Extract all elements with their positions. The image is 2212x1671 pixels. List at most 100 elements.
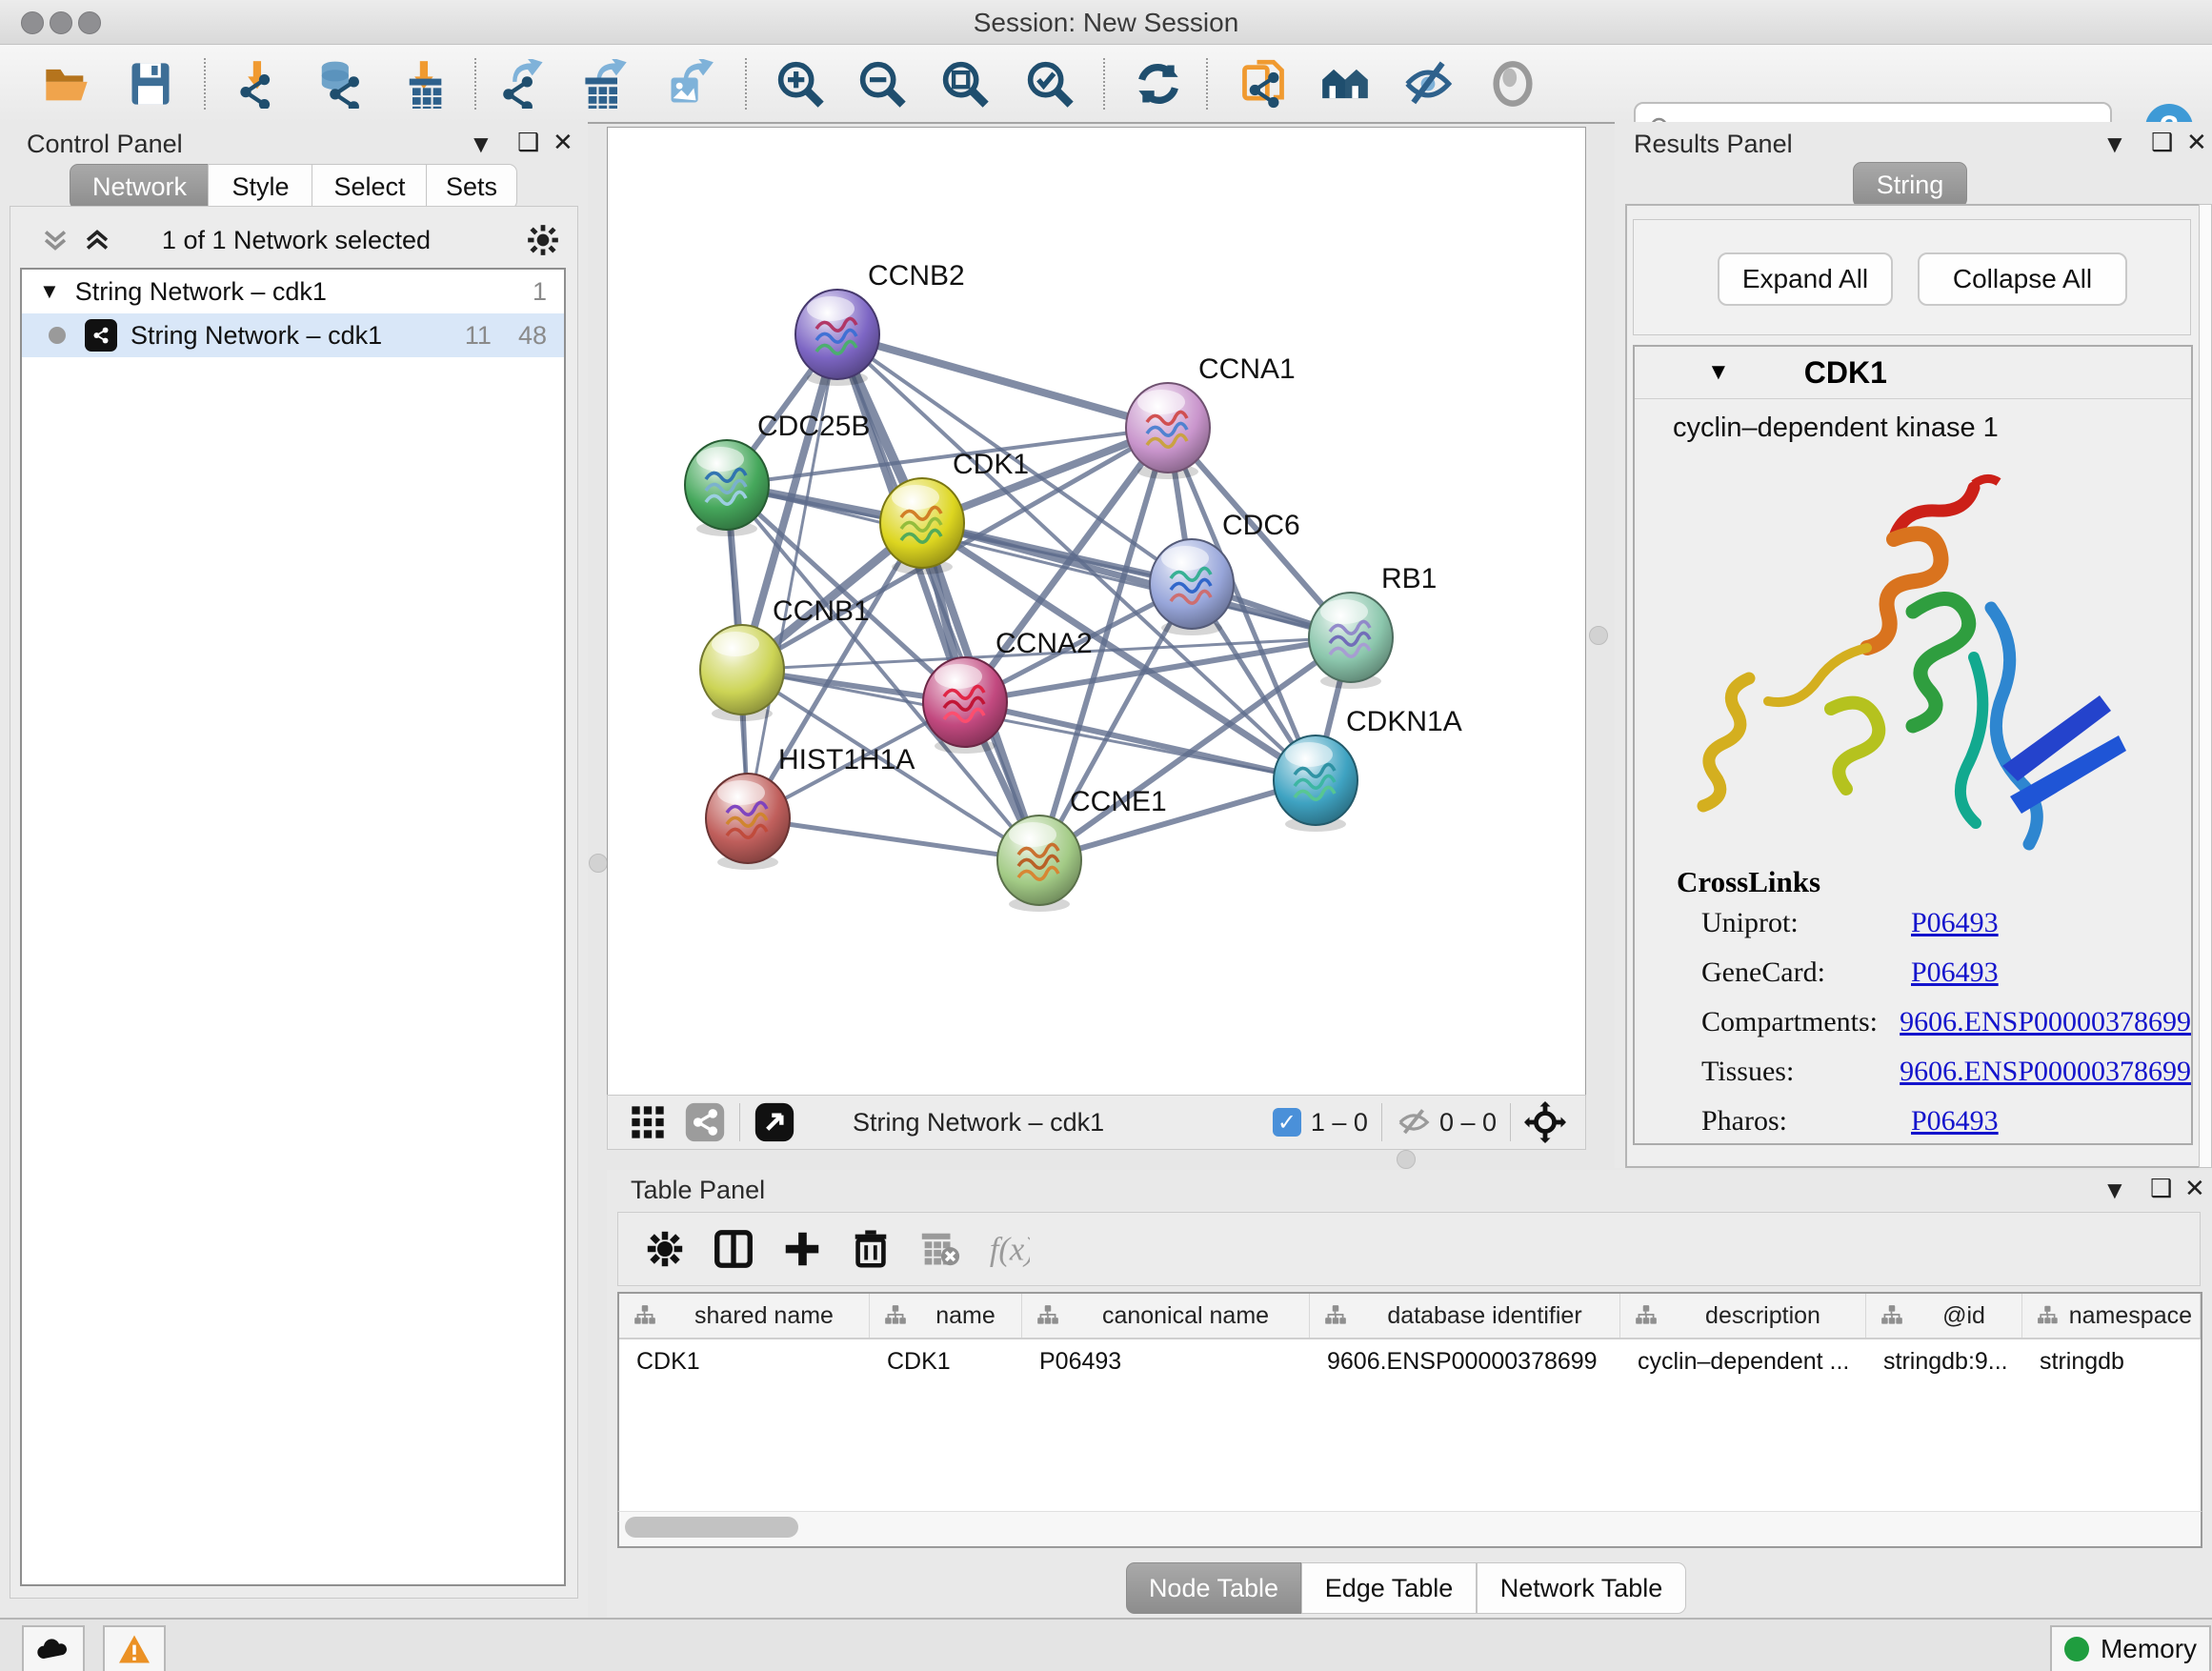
crosslink-link[interactable]: 9606.ENSP00000378699 xyxy=(1900,1056,2191,1088)
column-header-namespace[interactable]: namespace xyxy=(2022,1294,2201,1338)
import-table-file-button[interactable] xyxy=(397,56,452,111)
column-settings-gear-button[interactable] xyxy=(643,1227,687,1271)
hide-selected-button[interactable] xyxy=(1400,56,1456,111)
right-splitter-handle[interactable] xyxy=(1589,626,1608,645)
tab-network[interactable]: Network xyxy=(70,164,210,210)
import-network-file-button[interactable] xyxy=(231,56,286,111)
export-network-icon[interactable] xyxy=(498,59,548,109)
column-header-name[interactable]: name xyxy=(870,1294,1022,1338)
clone-network-icon[interactable] xyxy=(1238,59,1288,109)
collapse-all-networks-icon[interactable] xyxy=(39,224,71,256)
function-builder-button[interactable]: f(x) xyxy=(986,1227,1030,1271)
zoom-out-icon[interactable] xyxy=(857,59,907,109)
export-image-icon[interactable] xyxy=(665,59,714,109)
node-CDC25B[interactable]: CDC25B xyxy=(685,411,870,536)
tab-string[interactable]: String xyxy=(1853,162,1967,208)
selected-checkbox[interactable]: ✓ xyxy=(1273,1108,1301,1137)
save-session-icon[interactable] xyxy=(126,59,175,109)
scrollbar-thumb[interactable] xyxy=(625,1517,798,1538)
collection-expander-icon[interactable]: ▼ xyxy=(39,279,60,304)
column-header-database-identifier[interactable]: database identifier xyxy=(1310,1294,1620,1338)
close-panel-icon[interactable]: ✕ xyxy=(2186,128,2207,157)
float-panel-icon[interactable]: ▼ xyxy=(469,130,493,159)
import-network-database-icon[interactable] xyxy=(312,59,362,109)
warning-status-button[interactable] xyxy=(103,1625,166,1671)
zoom-out-button[interactable] xyxy=(855,56,910,111)
show-all-button[interactable] xyxy=(1485,56,1540,111)
bottom-splitter-handle[interactable] xyxy=(1397,1150,1416,1169)
crosslink-link[interactable]: P06493 xyxy=(1911,1105,1999,1137)
section-expander-icon[interactable]: ▼ xyxy=(1707,359,1730,386)
tab-select[interactable]: Select xyxy=(312,164,428,210)
show-all-icon[interactable] xyxy=(1488,59,1538,109)
refresh-button[interactable] xyxy=(1131,56,1186,111)
network-canvas[interactable]: CCNB2 CCNA1 CDC25B CDK1 CDC6 xyxy=(607,127,1586,1096)
crosslink-link[interactable]: P06493 xyxy=(1911,907,1999,939)
import-table-file-icon[interactable] xyxy=(400,59,450,109)
results-scrollbar[interactable] xyxy=(2199,204,2212,1168)
memory-button[interactable]: Memory xyxy=(2050,1625,2211,1671)
tab-edge-table[interactable]: Edge Table xyxy=(1301,1562,1477,1614)
open-in-window-icon[interactable] xyxy=(754,1101,795,1143)
tab-network-table[interactable]: Network Table xyxy=(1477,1562,1686,1614)
column-settings-gear-icon[interactable] xyxy=(643,1227,687,1271)
first-neighbors-button[interactable] xyxy=(1317,56,1373,111)
edge-CCNA2-CDKN1A[interactable] xyxy=(965,702,1316,780)
node-CDK1[interactable]: CDK1 xyxy=(880,449,1029,574)
delete-column-icon[interactable] xyxy=(849,1227,893,1271)
export-table-icon[interactable] xyxy=(580,59,630,109)
zoom-fit-button[interactable] xyxy=(937,56,993,111)
column-header-description[interactable]: description xyxy=(1620,1294,1866,1338)
open-session-button[interactable] xyxy=(39,56,94,111)
network-options-gear-icon[interactable] xyxy=(525,222,561,258)
network-collection-row[interactable]: ▼ String Network – cdk1 1 xyxy=(22,270,564,313)
save-session-button[interactable] xyxy=(123,56,178,111)
edge-HIST1H1A-CCNE1[interactable] xyxy=(748,818,1039,860)
delete-table-icon[interactable] xyxy=(917,1227,961,1271)
table-cell[interactable]: P06493 xyxy=(1022,1339,1310,1383)
export-network-button[interactable] xyxy=(495,56,551,111)
network-row[interactable]: String Network – cdk1 11 48 xyxy=(22,313,564,357)
table-row[interactable]: CDK1CDK1P064939606.ENSP00000378699cyclin… xyxy=(619,1339,2201,1383)
table-cell[interactable]: CDK1 xyxy=(619,1339,870,1383)
export-table-button[interactable] xyxy=(577,56,633,111)
float-panel-icon[interactable]: ▼ xyxy=(2102,1176,2127,1205)
split-panel-button[interactable] xyxy=(712,1227,755,1271)
zoom-in-icon[interactable] xyxy=(775,59,825,109)
expand-all-networks-icon[interactable] xyxy=(81,224,113,256)
table-horizontal-scrollbar[interactable] xyxy=(617,1511,2202,1548)
column-header-shared-name[interactable]: shared name xyxy=(619,1294,870,1338)
network-thumbnail-icon[interactable] xyxy=(684,1101,726,1143)
birdseye-view-icon[interactable] xyxy=(629,1103,667,1141)
close-panel-icon[interactable]: ✕ xyxy=(553,128,573,157)
tab-sets[interactable]: Sets xyxy=(426,164,517,210)
node-CCNA1[interactable]: CCNA1 xyxy=(1126,353,1296,479)
undock-panel-icon[interactable]: ❑ xyxy=(2151,128,2173,157)
add-column-button[interactable] xyxy=(780,1227,824,1271)
export-image-button[interactable] xyxy=(662,56,717,111)
node-HIST1H1A[interactable]: HIST1H1A xyxy=(706,744,915,870)
tab-node-table[interactable]: Node Table xyxy=(1126,1562,1301,1614)
table-cell[interactable]: cyclin–dependent ... xyxy=(1620,1339,1866,1383)
add-column-icon[interactable] xyxy=(780,1227,824,1271)
clone-network-button[interactable] xyxy=(1236,56,1291,111)
hide-selected-icon[interactable] xyxy=(1403,59,1453,109)
undock-panel-icon[interactable]: ❑ xyxy=(517,128,539,157)
crosslink-link[interactable]: 9606.ENSP00000378699 xyxy=(1900,1006,2191,1038)
table-cell[interactable]: 9606.ENSP00000378699 xyxy=(1310,1339,1620,1383)
table-cell[interactable]: stringdb:9... xyxy=(1866,1339,2022,1383)
split-panel-icon[interactable] xyxy=(712,1227,755,1271)
gene-section-header[interactable]: ▼ CDK1 xyxy=(1635,347,2191,399)
expand-all-button[interactable]: Expand All xyxy=(1718,252,1893,306)
crosslink-link[interactable]: P06493 xyxy=(1911,956,1999,989)
node-CDKN1A[interactable]: CDKN1A xyxy=(1274,706,1462,832)
first-neighbors-icon[interactable] xyxy=(1320,59,1370,109)
float-panel-icon[interactable]: ▼ xyxy=(2102,130,2127,159)
tab-style[interactable]: Style xyxy=(208,164,313,210)
zoom-selected-button[interactable] xyxy=(1022,56,1077,111)
import-network-file-icon[interactable] xyxy=(233,59,283,109)
delete-column-button[interactable] xyxy=(849,1227,893,1271)
zoom-in-button[interactable] xyxy=(773,56,828,111)
delete-table-button[interactable] xyxy=(917,1227,961,1271)
column-header-@id[interactable]: @id xyxy=(1866,1294,2022,1338)
